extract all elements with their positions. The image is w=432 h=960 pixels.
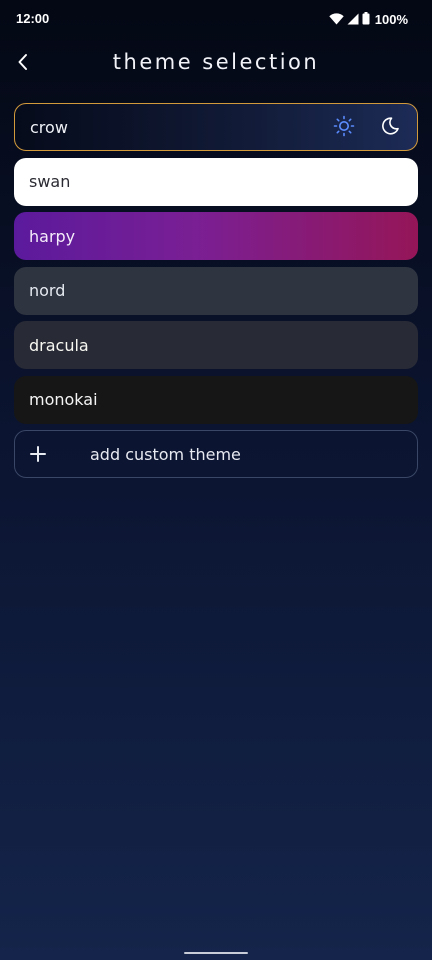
home-indicator[interactable]	[184, 952, 248, 954]
add-custom-theme-label: add custom theme	[90, 444, 241, 464]
app-header: theme selection	[0, 40, 432, 88]
status-time: 12:00	[16, 11, 50, 26]
theme-label: nord	[29, 281, 66, 300]
moon-icon	[379, 115, 401, 141]
dark-mode-button[interactable]	[375, 113, 405, 143]
theme-item-crow[interactable]: crow	[14, 103, 418, 151]
theme-item-monokai[interactable]: monokai	[14, 375, 418, 424]
theme-list: crow swan harpy nord dracula monokai add…	[14, 103, 418, 485]
theme-label: dracula	[29, 335, 89, 355]
theme-item-nord[interactable]: nord	[14, 266, 418, 315]
page-title: theme selection	[112, 50, 320, 74]
signal-icon	[347, 10, 359, 29]
theme-label: crow	[30, 117, 68, 137]
sun-icon	[333, 115, 355, 141]
battery-icon	[362, 10, 370, 29]
theme-item-swan[interactable]: swan	[14, 157, 418, 206]
battery-percent: 100%	[374, 12, 408, 27]
status-icons: 100%	[329, 10, 408, 29]
theme-label: harpy	[29, 226, 76, 246]
theme-label: swan	[29, 172, 71, 191]
plus-icon	[29, 445, 47, 463]
theme-item-harpy[interactable]: harpy	[14, 212, 418, 260]
add-custom-theme-button[interactable]: add custom theme	[14, 430, 418, 478]
light-mode-button[interactable]	[329, 113, 359, 143]
wifi-icon	[329, 10, 344, 29]
status-bar: 12:00 100%	[0, 0, 432, 38]
theme-item-dracula[interactable]: dracula	[14, 321, 418, 369]
theme-label: monokai	[29, 390, 98, 409]
